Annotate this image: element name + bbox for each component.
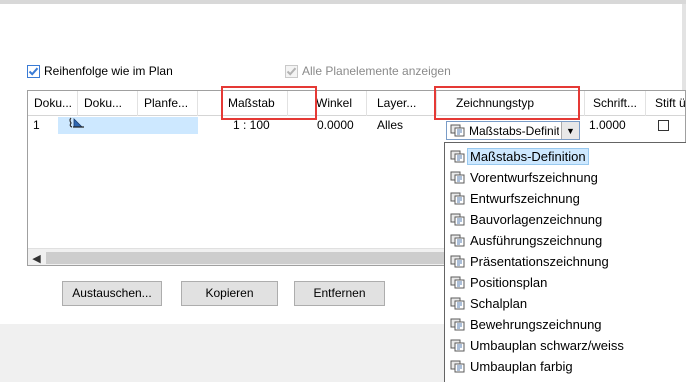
dropdown-item-label: Entwurfszeichnung: [470, 191, 580, 206]
drawing-type-column-highlight: [434, 86, 580, 120]
dropdown-item[interactable]: Schalplan: [447, 293, 686, 314]
dropdown-item[interactable]: Ausführungszeichnung: [447, 230, 686, 251]
row-document-cell[interactable]: [58, 117, 198, 134]
drawing-type-icon: [450, 213, 465, 226]
dropdown-item[interactable]: Bewehrungszeichnung: [447, 314, 686, 335]
drawing-type-value: Maßstabs-Definition: [469, 123, 559, 138]
column-header-plan-field[interactable]: Planfe...: [138, 91, 198, 116]
drawing-type-icon: [450, 297, 465, 310]
dropdown-item-label: Vorentwurfszeichnung: [470, 170, 598, 185]
table-row[interactable]: 1 1 : 100 0.0000 Alles 1.0000: [28, 117, 685, 134]
order-in-plan-checkbox[interactable]: [27, 64, 40, 78]
row-pen-override[interactable]: [646, 117, 685, 134]
scale-column-highlight: [221, 86, 317, 120]
order-in-plan-option[interactable]: Reihenfolge wie im Plan: [27, 63, 173, 79]
drawing-type-icon: [450, 124, 465, 137]
dropdown-item-label: Bewehrungszeichnung: [470, 317, 602, 332]
dropdown-item[interactable]: Entwurfszeichnung: [447, 188, 686, 209]
dropdown-item-label: Präsentationszeichnung: [470, 254, 609, 269]
drawing-type-icon: [450, 360, 465, 373]
dropdown-item[interactable]: Positionsplan: [447, 272, 686, 293]
copy-button[interactable]: Kopieren: [181, 281, 278, 306]
dropdown-item-label: Schalplan: [470, 296, 528, 311]
table-header: Doku... Doku... Planfe... Maßstab Winkel…: [28, 91, 685, 116]
dropdown-item[interactable]: Präsentationszeichnung: [447, 251, 686, 272]
dropdown-item-label: Umbauplan schwarz/weiss: [470, 338, 624, 353]
order-in-plan-label: Reihenfolge wie im Plan: [44, 64, 173, 78]
dropdown-item[interactable]: Umbauplan farbig: [447, 356, 686, 377]
dropdown-item[interactable]: Bauvorlagenzeichnung: [447, 209, 686, 230]
drawing-type-icon: [450, 255, 465, 268]
dropdown-item-label: Maßstabs-Definition: [467, 148, 589, 165]
pen-override-checkbox[interactable]: [658, 120, 669, 131]
dropdown-item[interactable]: Vorentwurfszeichnung: [447, 167, 686, 188]
show-all-elements-option: Alle Planelemente anzeigen: [285, 63, 451, 79]
column-header-pen[interactable]: Stift ü: [646, 91, 685, 116]
drawing-type-icon: [450, 192, 465, 205]
row-font: 1.0000: [589, 118, 626, 132]
checkmark-icon: [286, 67, 297, 76]
drawing-type-icon: [450, 318, 465, 331]
row-layer: Alles: [377, 118, 404, 132]
drawing-type-icon: [450, 339, 465, 352]
column-header-layer[interactable]: Layer...: [367, 91, 437, 116]
dropdown-item[interactable]: Maßstabs-Definition: [447, 146, 686, 167]
drawing-type-icon: [450, 234, 465, 247]
checkmark-icon: [28, 67, 39, 76]
column-header-doc-1[interactable]: Doku...: [28, 91, 78, 116]
drawing-type-combobox[interactable]: Maßstabs-Definition ▼: [446, 121, 580, 140]
replace-button[interactable]: Austauschen...: [62, 281, 162, 306]
drawing-type-icon: [450, 150, 465, 163]
document-link-icon: [69, 117, 84, 128]
remove-button[interactable]: Entfernen: [294, 281, 385, 306]
drawing-type-icon: [450, 171, 465, 184]
scrollbar-thumb[interactable]: [46, 252, 456, 264]
dropdown-item-label: Bauvorlagenzeichnung: [470, 212, 603, 227]
chevron-down-icon[interactable]: ▼: [561, 122, 579, 139]
dropdown-item-label: Ausführungszeichnung: [470, 233, 603, 248]
column-header-font[interactable]: Schrift...: [585, 91, 646, 116]
show-all-elements-label: Alle Planelemente anzeigen: [302, 64, 451, 78]
row-number: 1: [33, 118, 40, 132]
drawing-type-icon: [450, 276, 465, 289]
dropdown-item-label: Umbauplan farbig: [470, 359, 573, 374]
dropdown-item-label: Positionsplan: [470, 275, 548, 290]
dropdown-item[interactable]: Umbauplan schwarz/weiss: [447, 335, 686, 356]
scroll-left-arrow-icon[interactable]: ◀: [28, 249, 45, 265]
show-all-elements-checkbox: [285, 64, 298, 78]
column-header-doc-2[interactable]: Doku...: [78, 91, 138, 116]
drawing-type-dropdown-list[interactable]: Maßstabs-Definition Vorentwurfszeichnung…: [444, 142, 686, 382]
